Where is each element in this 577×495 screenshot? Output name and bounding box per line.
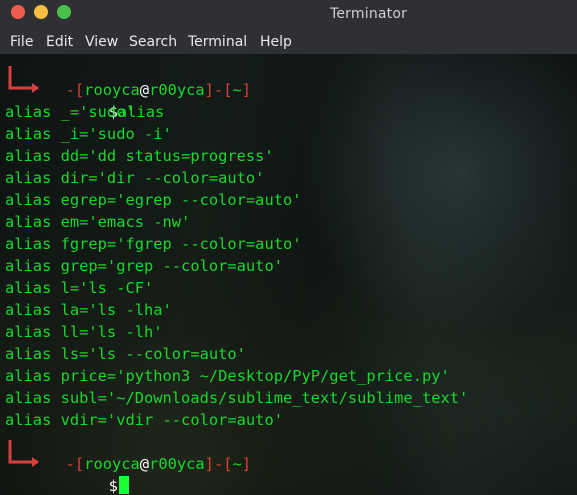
prompt-path: ~ bbox=[232, 81, 242, 99]
terminal-view[interactable]: -[rooyca@r00yca]-[~] $alias alias _='sud… bbox=[0, 54, 577, 495]
menu-bar: File Edit View Search Terminal Help bbox=[0, 30, 577, 54]
output-line: alias subl='~/Downloads/sublime_text/sub… bbox=[5, 389, 469, 407]
output-line: alias ls='ls --color=auto' bbox=[5, 345, 246, 363]
menu-edit[interactable]: Edit bbox=[46, 34, 73, 50]
text-cursor bbox=[118, 476, 129, 494]
output-line: alias dd='dd status=progress' bbox=[5, 147, 274, 165]
output-line: alias egrep='egrep --color=auto' bbox=[5, 191, 302, 209]
output-line: alias _i='sudo -i' bbox=[5, 125, 172, 143]
output-line: alias la='ls -lha' bbox=[5, 301, 172, 319]
output-line: alias dir='dir --color=auto' bbox=[5, 169, 265, 187]
output-line: alias _='sudo' bbox=[5, 103, 135, 121]
output-line: alias l='ls -CF' bbox=[5, 279, 154, 297]
output-line: alias grep='grep --color=auto' bbox=[5, 257, 283, 275]
prompt-host: r00yca bbox=[149, 455, 205, 473]
output-line: alias price='python3 ~/Desktop/PyP/get_p… bbox=[5, 367, 450, 385]
menu-view[interactable]: View bbox=[85, 34, 118, 50]
window-title: Terminator bbox=[330, 6, 408, 22]
output-line: alias vdir='vdir --color=auto' bbox=[5, 411, 283, 429]
menu-file[interactable]: File bbox=[10, 34, 33, 50]
menu-terminal[interactable]: Terminal bbox=[188, 34, 247, 50]
output-line: alias ll='ls -lh' bbox=[5, 323, 163, 341]
prompt-header: -[rooyca@r00yca]-[~] bbox=[65, 455, 252, 473]
title-bar[interactable]: Terminator bbox=[0, 0, 577, 30]
output-line: alias em='emacs -nw' bbox=[5, 213, 191, 231]
output-line: alias fgrep='fgrep --color=auto' bbox=[5, 235, 302, 253]
prompt-path: ~ bbox=[232, 455, 242, 473]
menu-help[interactable]: Help bbox=[260, 34, 292, 50]
command-line[interactable]: $ bbox=[53, 453, 129, 495]
terminator-window: Terminator File Edit View Search Termina… bbox=[0, 0, 577, 495]
menu-search[interactable]: Search bbox=[129, 34, 177, 50]
